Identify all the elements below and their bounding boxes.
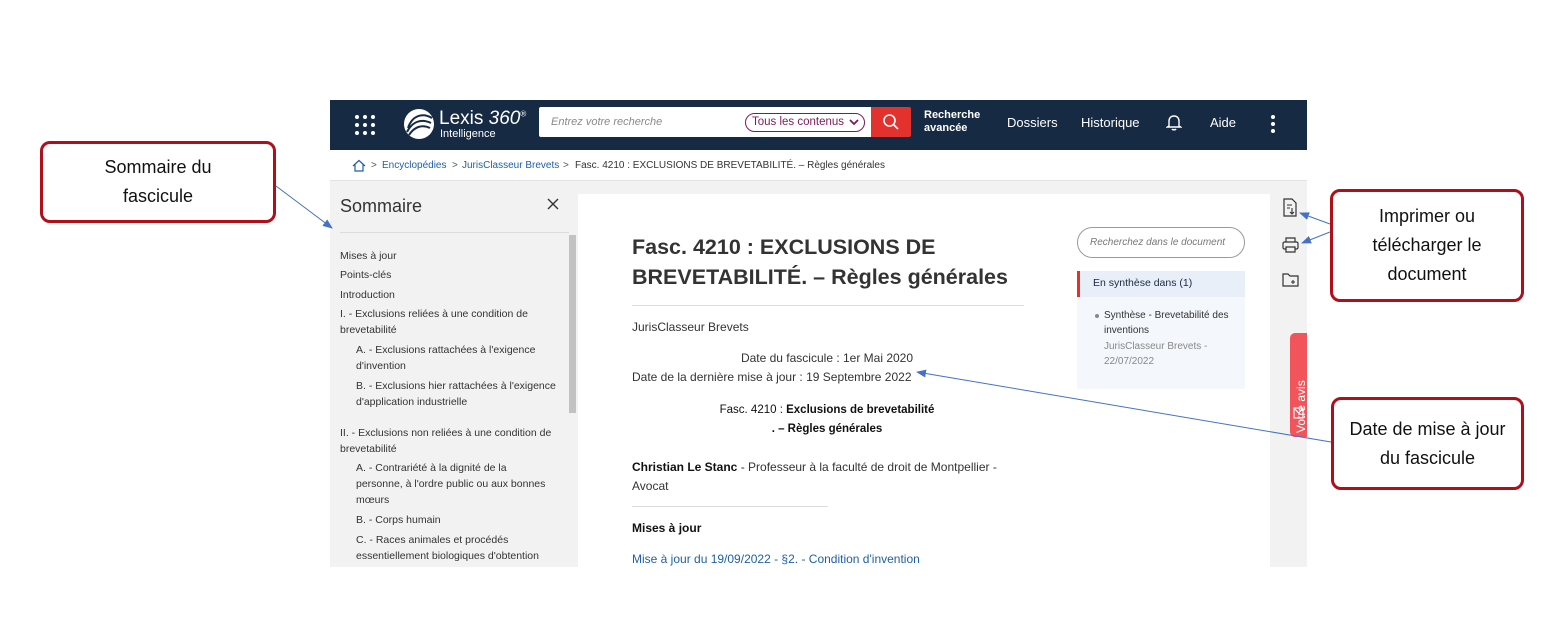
arrow-date: [916, 369, 1332, 443]
arrow-sommaire: [275, 185, 333, 229]
annotation-arrows: [275, 185, 1332, 443]
arrow-download: [1299, 212, 1331, 225]
arrow-print: [1301, 231, 1331, 244]
